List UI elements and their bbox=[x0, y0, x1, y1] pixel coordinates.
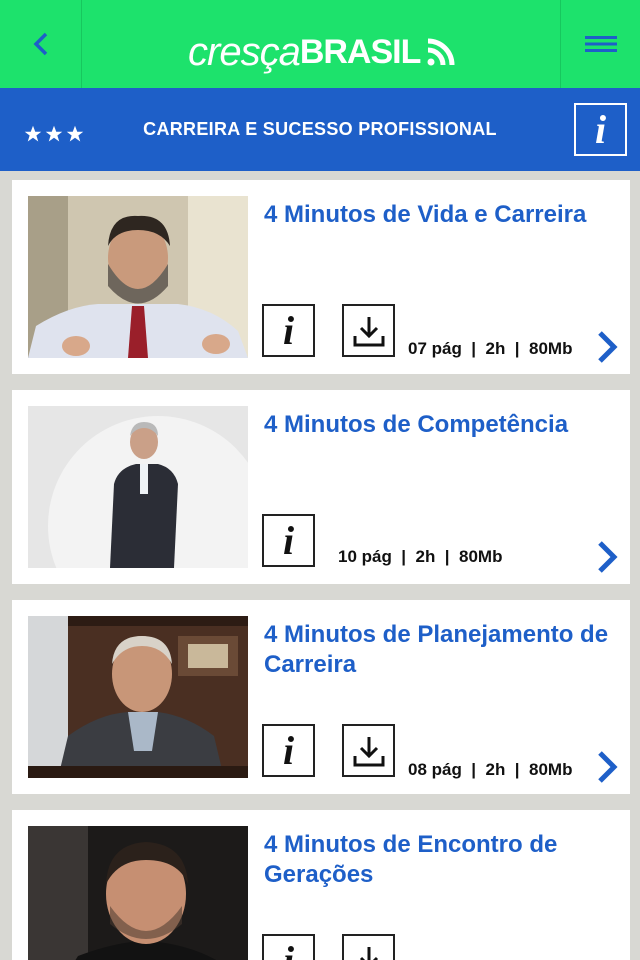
menu-button[interactable] bbox=[560, 0, 640, 88]
info-icon: i bbox=[282, 517, 295, 563]
category-info-button[interactable]: i bbox=[574, 103, 627, 156]
course-card-1[interactable]: 4 Minutos de Vida e Carreira i 07 pág | … bbox=[12, 180, 630, 374]
course-meta: 08 pág | 2h | 80Mb bbox=[408, 760, 573, 779]
info-button[interactable]: i bbox=[262, 724, 315, 777]
info-button[interactable]: i bbox=[262, 934, 315, 960]
logo-text-brasil: BRASIL bbox=[299, 32, 422, 71]
chevron-right-icon[interactable] bbox=[594, 540, 620, 574]
course-thumbnail[interactable] bbox=[28, 406, 248, 568]
back-button[interactable] bbox=[0, 0, 82, 88]
category-bar: CARREIRA E SUCESSO PROFISSIONAL bbox=[0, 88, 640, 171]
course-meta: 10 pág | 2h | 80Mb bbox=[338, 547, 503, 566]
course-meta: 07 pág | 2h | 80Mb bbox=[408, 339, 573, 358]
download-button[interactable] bbox=[342, 304, 395, 357]
download-icon bbox=[353, 736, 384, 766]
info-icon: i bbox=[282, 937, 295, 960]
course-title[interactable]: 4 Minutos de Encontro de Gerações bbox=[264, 830, 614, 890]
info-icon: i bbox=[282, 727, 295, 773]
course-thumbnail[interactable] bbox=[28, 196, 248, 358]
course-thumbnail[interactable] bbox=[28, 616, 248, 778]
top-bar: cresça BRASIL bbox=[0, 0, 640, 88]
hamburger-icon bbox=[584, 36, 617, 52]
app-logo: cresça BRASIL bbox=[188, 30, 456, 74]
star-icon bbox=[66, 125, 84, 142]
category-title: CARREIRA E SUCESSO PROFISSIONAL bbox=[143, 119, 497, 139]
chevron-right-icon[interactable] bbox=[594, 330, 620, 364]
star-icon bbox=[24, 125, 42, 142]
download-button[interactable] bbox=[342, 724, 395, 777]
chevron-right-icon[interactable] bbox=[594, 750, 620, 784]
info-icon: i bbox=[594, 106, 607, 152]
chevron-left-icon bbox=[33, 32, 47, 56]
course-card-2[interactable]: 4 Minutos de Competência i 10 pág | 2h |… bbox=[12, 390, 630, 584]
info-button[interactable]: i bbox=[262, 304, 315, 357]
logo-text-cresca: cresça bbox=[188, 29, 301, 74]
rating-stars bbox=[24, 125, 84, 143]
course-card-4[interactable]: 4 Minutos de Encontro de Gerações i bbox=[12, 810, 630, 960]
download-icon bbox=[359, 946, 378, 960]
info-icon: i bbox=[282, 307, 295, 353]
download-icon bbox=[353, 316, 384, 346]
info-button[interactable]: i bbox=[262, 514, 315, 567]
course-thumbnail[interactable] bbox=[28, 826, 248, 960]
course-card-3[interactable]: 4 Minutos de Planejamento de Carreira i … bbox=[12, 600, 630, 794]
star-icon bbox=[45, 125, 63, 142]
download-button[interactable] bbox=[342, 934, 395, 960]
course-title[interactable]: 4 Minutos de Vida e Carreira bbox=[264, 200, 614, 230]
signal-icon bbox=[427, 38, 455, 66]
course-title[interactable]: 4 Minutos de Planejamento de Carreira bbox=[264, 620, 614, 680]
course-title[interactable]: 4 Minutos de Competência bbox=[264, 410, 614, 440]
